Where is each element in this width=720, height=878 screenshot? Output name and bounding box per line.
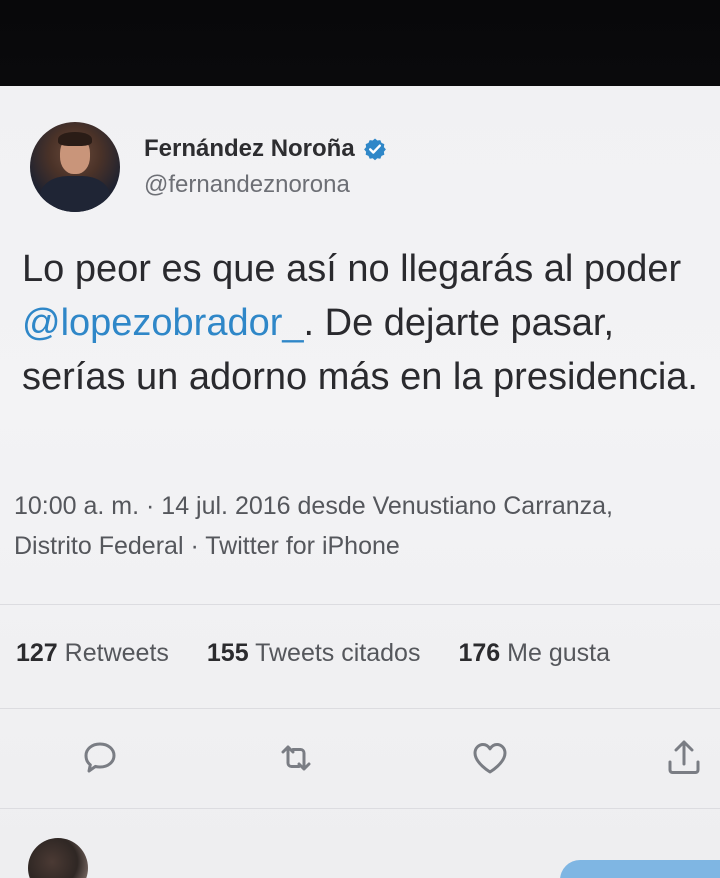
share-icon [668, 740, 700, 774]
retweet-button[interactable] [274, 736, 318, 780]
like-button[interactable] [468, 736, 512, 780]
verified-badge-icon [363, 138, 386, 161]
display-name-row: Fernández Noroña [144, 135, 387, 163]
author-display-name[interactable]: Fernández Noroña [144, 135, 355, 163]
quotes-label: Tweets citados [255, 639, 421, 667]
heart-icon [473, 743, 507, 774]
likes-label: Me gusta [507, 639, 610, 667]
tweet-actions [0, 736, 720, 784]
divider-bottom [0, 808, 720, 809]
author-avatar[interactable] [30, 122, 120, 212]
reply-icon [84, 742, 116, 773]
retweets-stat[interactable]: 127 Retweets [16, 639, 169, 668]
reply-composer-strip [0, 826, 720, 878]
avatar-body [40, 176, 110, 212]
tweet-timestamp-location[interactable]: 10:00 a. m. · 14 jul. 2016 desde Venusti… [14, 486, 720, 526]
retweets-label: Retweets [64, 639, 169, 667]
retweet-icon [281, 745, 311, 771]
likes-stat[interactable]: 176 Me gusta [458, 639, 610, 668]
tweet-location-source[interactable]: Distrito Federal · Twitter for iPhone [14, 526, 720, 566]
quotes-count: 155 [206, 639, 249, 667]
mention-link[interactable]: @lopezobrador_ [22, 302, 304, 344]
tweet-body: Lo peor es que así no llegarás al poder … [22, 242, 712, 404]
author-handle[interactable]: @fernandeznorona [144, 171, 387, 199]
current-user-avatar[interactable] [28, 838, 88, 878]
tweet-meta: 10:00 a. m. · 14 jul. 2016 desde Venusti… [14, 486, 720, 566]
avatar-hair [58, 132, 92, 146]
divider-top [0, 604, 720, 605]
reply-submit-button[interactable] [560, 860, 720, 878]
tweet-text-part1: Lo peor es que así no llegarás al poder [22, 248, 682, 290]
share-button[interactable] [662, 736, 706, 780]
author-names: Fernández Noroña @fernandeznorona [144, 135, 387, 199]
retweets-count: 127 [16, 639, 58, 667]
quotes-stat[interactable]: 155 Tweets citados [207, 639, 421, 668]
tweet-screen: Fernández Noroña @fernandeznorona Lo peo… [0, 86, 720, 878]
reply-button[interactable] [78, 736, 122, 780]
likes-count: 176 [458, 639, 501, 667]
tweet-header: Fernández Noroña @fernandeznorona [30, 122, 387, 212]
tweet-stats: 127 Retweets 155 Tweets citados 176 Me g… [16, 639, 648, 668]
divider-middle [0, 708, 720, 709]
